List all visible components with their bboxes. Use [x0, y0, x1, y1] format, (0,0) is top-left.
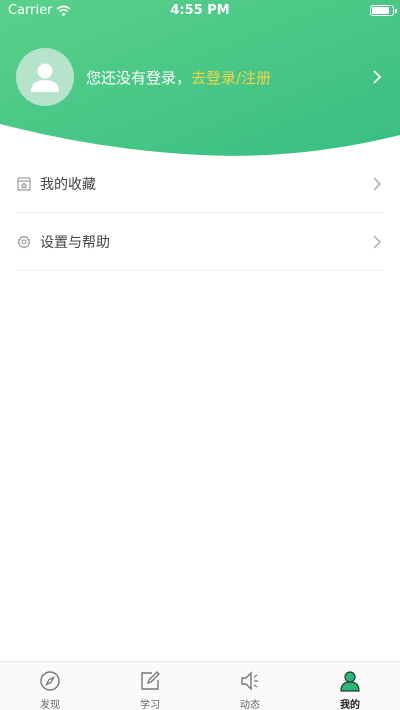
chevron-right-icon — [373, 177, 382, 191]
clock: 4:55 PM — [170, 3, 230, 18]
menu-item-favorites[interactable]: 我的收藏 — [16, 155, 384, 213]
user-icon — [31, 63, 59, 92]
tab-label: 发现 — [40, 700, 60, 710]
speaker-icon — [238, 670, 262, 692]
chevron-right-icon — [373, 235, 382, 249]
chevron-right-icon — [373, 70, 382, 84]
login-prompt-row[interactable]: 您还没有登录，去登录/注册 — [16, 48, 388, 106]
tab-feed[interactable]: 动态 — [200, 662, 300, 710]
login-prompt-text: 您还没有登录，去登录/注册 — [86, 67, 271, 88]
not-logged-in-label: 您还没有登录， — [86, 68, 192, 87]
avatar[interactable] — [16, 48, 74, 106]
login-register-link[interactable]: 去登录/注册 — [191, 69, 271, 87]
battery-icon — [370, 5, 397, 16]
tab-bar: 发现 学习 动态 我的 — [0, 661, 400, 710]
tab-label: 动态 — [240, 700, 260, 710]
bookmark-icon — [16, 176, 32, 192]
settings-menu: 我的收藏 设置与帮助 — [16, 155, 384, 271]
tab-mine[interactable]: 我的 — [300, 662, 400, 710]
edit-icon — [138, 670, 162, 692]
menu-item-label: 我的收藏 — [40, 176, 96, 193]
tab-discover[interactable]: 发现 — [0, 662, 100, 710]
profile-header: Carrier 4:55 PM 您还没有登录，去登录/注册 — [0, 0, 400, 170]
status-bar: Carrier 4:55 PM — [0, 0, 400, 22]
tab-label: 学习 — [140, 700, 160, 710]
user-icon — [338, 670, 362, 692]
tab-study[interactable]: 学习 — [100, 662, 200, 710]
menu-item-label: 设置与帮助 — [40, 234, 110, 251]
tab-label: 我的 — [340, 700, 360, 710]
gear-icon — [16, 234, 32, 250]
menu-item-settings-help[interactable]: 设置与帮助 — [16, 213, 384, 271]
compass-icon — [38, 670, 62, 692]
